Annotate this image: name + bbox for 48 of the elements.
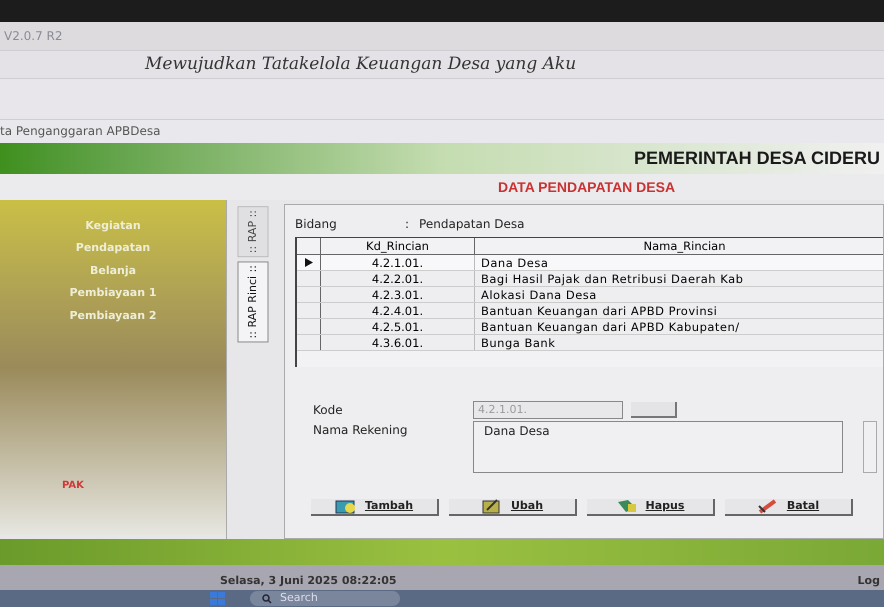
table-cell: 4.2.2.01. <box>321 270 475 286</box>
vertical-tab[interactable]: :: RAP :: <box>238 206 269 258</box>
status-log: Log <box>858 572 880 589</box>
table-cell: 4.2.4.01. <box>321 302 475 318</box>
column-header: Kd_Rincian <box>321 238 475 254</box>
grid-row[interactable]: 4.2.3.01. Alokasi Dana Desa <box>297 286 883 303</box>
grid-row[interactable]: 4.3.6.01. Bunga Bank <box>297 334 883 351</box>
table-cell-text: Dana Desa <box>480 254 550 270</box>
action-button[interactable]: Tambah <box>311 498 439 516</box>
table-cell-text: Bantuan Keuangan dari APBD Kabupaten/ <box>480 318 741 334</box>
search-icon <box>262 594 272 604</box>
action-button[interactable]: Ubah <box>449 498 577 516</box>
windows-start-icon[interactable] <box>210 592 226 606</box>
grid-row[interactable]: 4.2.1.01. Dana Desa <box>297 254 883 271</box>
bidang-label: Bidang <box>295 216 338 233</box>
table-cell: 4.3.6.01. <box>321 334 475 350</box>
folder-plus-icon <box>334 498 357 514</box>
eraser-icon <box>616 498 638 514</box>
table-cell: 4.2.1.01. <box>321 254 475 270</box>
pencil-icon <box>756 498 779 514</box>
column-header: Nama_Rincian <box>475 238 883 254</box>
table-cell-text: Alokasi Dana Desa <box>480 286 598 302</box>
grid-row[interactable]: 4.2.5.01. Bantuan Keuangan dari APBD Kabupaten/ <box>297 318 883 335</box>
table-cell-text: Bunga Bank <box>480 334 556 350</box>
table-cell-text: Bantuan Keuangan dari APBD Provinsi <box>480 302 718 318</box>
action-button[interactable]: Batal <box>725 498 853 516</box>
banner-title: PEMERINTAH DESA CIDERU <box>634 146 880 170</box>
nama-rekening-field[interactable]: Dana Desa <box>473 420 843 473</box>
table-cell: 4.2.3.01. <box>321 286 475 302</box>
lookup-button[interactable] <box>631 402 677 418</box>
module-title: ta Penganggaran APBDesa <box>0 123 160 140</box>
status-date: Selasa, 3 Juni 2025 08:22:05 <box>220 572 397 589</box>
vertical-tab[interactable]: :: RAP Rinci :: <box>238 261 269 342</box>
action-button[interactable]: Hapus <box>587 498 715 516</box>
bidang-value: Pendapatan Desa <box>419 216 524 233</box>
motto-text: Mewujudkan Tatakelola Keuangan Desa yang Aku <box>145 52 576 76</box>
page-title: DATA PENDAPATAN DESA <box>498 178 676 196</box>
side-field[interactable] <box>863 420 877 473</box>
bidang-separator: : <box>405 216 410 233</box>
row-pointer-icon <box>304 258 312 267</box>
kode-label: Kode <box>313 402 344 419</box>
grid-row[interactable]: 4.2.2.01. Bagi Hasil Pajak dan Retribusi Daerah Kab <box>297 270 883 287</box>
table-cell: 4.2.5.01. <box>321 318 475 334</box>
nama-rekening-label: Nama Rekening <box>313 422 408 439</box>
grid-row[interactable]: 4.2.4.01. Bantuan Keuangan dari APBD Provinsi <box>297 302 883 319</box>
version-label: V2.0.7 R2 <box>4 28 63 45</box>
table-cell-text: Bagi Hasil Pajak dan Retribusi Daerah Kab <box>480 270 744 286</box>
search-placeholder: Search <box>280 590 318 606</box>
